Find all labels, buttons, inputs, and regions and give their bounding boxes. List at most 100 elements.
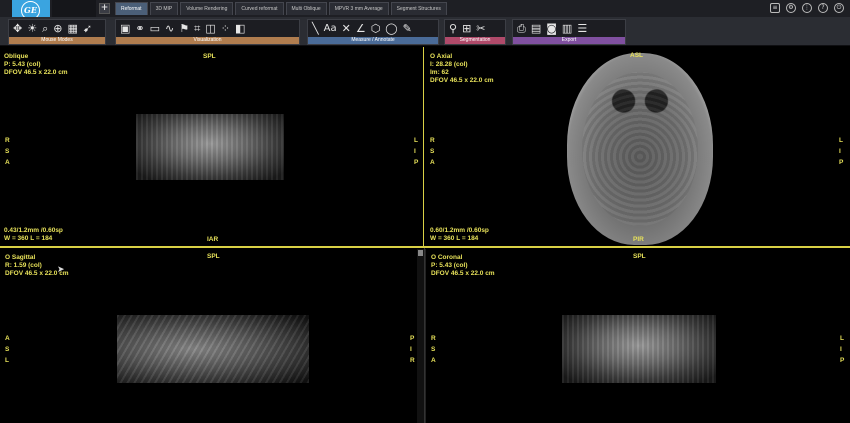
viewport-axial[interactable]: O Axial I: 28.28 (col) Im: 62 DFOV 46.5 … xyxy=(425,47,850,246)
top-right-controls: ≡ ⚙ ⋮ ? ⏻ xyxy=(770,3,844,13)
axial-bottom-orient: PIR xyxy=(633,236,644,243)
crop-icon[interactable]: ⌗ xyxy=(194,23,200,35)
sagittal-right-orient: P I R xyxy=(410,335,415,364)
roi-icon[interactable]: ⬡ xyxy=(371,23,381,35)
brightness-icon[interactable]: ☀ xyxy=(27,23,37,35)
power-icon[interactable]: ⏻ xyxy=(834,3,844,13)
oblique-position: P: 5.43 (col) xyxy=(4,61,41,68)
add-tab-button[interactable]: + xyxy=(99,3,110,14)
coronal-right-orient: L I P xyxy=(840,335,845,364)
axial-dfov: DFOV 46.5 x 22.0 cm xyxy=(430,77,494,84)
measure-annotate-group: ╲ Aa ✕ ∠ ⬡ ◯ ✎ Measure / Annotate xyxy=(307,19,439,45)
save-icon[interactable]: ▤ xyxy=(531,23,541,35)
axial-slice-info: 0.60/1.2mm /0.60sp xyxy=(430,227,489,234)
text-icon[interactable]: Aa xyxy=(324,23,337,35)
sagittal-scroll-thumb[interactable] xyxy=(418,250,423,256)
tab-multi-oblique[interactable]: Multi Oblique xyxy=(285,2,327,15)
cross-icon[interactable]: ✕ xyxy=(342,23,351,35)
oblique-top-orient: SPL xyxy=(203,53,216,60)
zoom-plus-icon[interactable]: ⊕ xyxy=(53,23,62,35)
oblique-right-orient: L I P xyxy=(414,137,419,166)
window-icon[interactable]: ▭ xyxy=(150,23,160,35)
measure-annotate-label: Measure / Annotate xyxy=(308,37,438,44)
export-label: Export xyxy=(513,37,625,44)
screen-icon[interactable]: ▣ xyxy=(120,23,130,35)
axial-top-orient: ASL xyxy=(630,52,643,59)
tab-mpvr-average[interactable]: MPVR 3 mm Average xyxy=(328,2,389,15)
pointer-icon[interactable]: ➹ xyxy=(83,23,92,35)
layers-icon[interactable]: ◧ xyxy=(235,23,245,35)
oblique-title: Oblique xyxy=(4,53,29,60)
angle-icon[interactable]: ∠ xyxy=(356,23,366,35)
link-icon[interactable]: ⚭ xyxy=(135,23,144,35)
settings-menu-icon[interactable]: ⋮ xyxy=(802,3,812,13)
oblique-image[interactable] xyxy=(136,114,284,180)
oblique-window-level: W = 360 L = 184 xyxy=(4,235,53,242)
visualization-group: ▣ ⚭ ▭ ∿ ⚑ ⌗ ◫ ⁘ ◧ Visualization xyxy=(115,19,300,45)
dots-icon[interactable]: ⁘ xyxy=(221,23,230,35)
viewport-oblique[interactable]: Oblique P: 5.43 (col) DFOV 46.5 x 22.0 c… xyxy=(0,47,424,246)
coronal-dfov: DFOV 46.5 x 22.0 cm xyxy=(431,270,495,277)
oblique-dfov: DFOV 46.5 x 22.0 cm xyxy=(4,69,68,76)
arrows-icon[interactable]: ✥ xyxy=(13,23,22,35)
gear-icon[interactable]: ⚙ xyxy=(786,3,796,13)
viewport-coronal[interactable]: O Coronal P: 5.43 (col) DFOV 46.5 x 22.0… xyxy=(425,249,850,423)
seed-icon[interactable]: ⚲ xyxy=(449,23,457,35)
mouse-modes-label: Mouse Modes xyxy=(9,37,105,44)
mouse-cursor-icon: ➤ xyxy=(57,265,65,275)
oblique-slice-info: 0.43/1.2mm /0.60sp xyxy=(4,227,63,234)
axial-position: I: 28.28 (col) xyxy=(430,61,468,68)
ellipse-icon[interactable]: ◯ xyxy=(385,23,397,35)
toolbar: ✥ ☀ ⌕ ⊕ ▦ ➹ Mouse Modes ▣ ⚭ ▭ ∿ ⚑ ⌗ ◫ ⁘ … xyxy=(0,17,850,46)
tab-curved-reformat[interactable]: Curved reformat xyxy=(235,2,284,15)
viewport-sagittal[interactable]: O Sagittal R: 1.59 (col) DFOV 46.5 x 22.… xyxy=(0,249,417,423)
axial-image-number: Im: 62 xyxy=(430,69,449,76)
help-icon[interactable]: ? xyxy=(818,3,828,13)
axial-window-level: W = 360 L = 184 xyxy=(430,235,479,242)
sagittal-scrollbar[interactable] xyxy=(417,249,424,423)
axial-title: O Axial xyxy=(430,53,453,60)
coronal-title: O Coronal xyxy=(431,254,463,261)
camera-icon[interactable]: ◙ xyxy=(546,23,557,35)
sagittal-title: O Sagittal xyxy=(5,254,36,261)
curve-icon[interactable]: ∿ xyxy=(165,23,174,35)
protocol-tabs: Reformat 3D MIP Volume Rendering Curved … xyxy=(115,2,447,15)
segmentation-group: ⚲ ⊞ ✂ Segmentation xyxy=(444,19,506,45)
mouse-modes-group: ✥ ☀ ⌕ ⊕ ▦ ➹ Mouse Modes xyxy=(8,19,106,45)
coronal-position: P: 5.43 (col) xyxy=(431,262,468,269)
tab-reformat[interactable]: Reformat xyxy=(115,2,148,15)
tab-segment-structures[interactable]: Segment Structures xyxy=(390,2,447,15)
film-icon[interactable]: ▥ xyxy=(562,23,572,35)
grid-icon[interactable]: ▦ xyxy=(67,23,77,35)
visualization-label: Visualization xyxy=(116,37,299,44)
print-icon[interactable]: ⎙ xyxy=(517,23,526,35)
sagittal-image[interactable] xyxy=(117,315,309,383)
cut-icon[interactable]: ✂ xyxy=(476,23,485,35)
axial-right-orient: L I P xyxy=(839,137,844,166)
sagittal-position: R: 1.59 (col) xyxy=(5,262,42,269)
tab-bar: + Reformat 3D MIP Volume Rendering Curve… xyxy=(0,0,850,20)
coronal-top-orient: SPL xyxy=(633,253,646,260)
horizontal-splitter[interactable] xyxy=(0,246,850,248)
export-group: ⎙ ▤ ◙ ▥ ☰ Export xyxy=(512,19,626,45)
tab-volume-rendering[interactable]: Volume Rendering xyxy=(180,2,234,15)
tab-spacer xyxy=(52,0,96,17)
segmentation-label: Segmentation xyxy=(445,37,505,44)
sagittal-top-orient: SPL xyxy=(207,253,220,260)
flag-icon[interactable]: ⚑ xyxy=(179,23,189,35)
list-icon[interactable]: ☰ xyxy=(577,23,587,35)
axial-image[interactable] xyxy=(567,53,713,245)
coronal-left-orient: R S A xyxy=(431,335,436,364)
box-icon[interactable]: ◫ xyxy=(205,23,215,35)
zoom-icon[interactable]: ⌕ xyxy=(42,23,48,35)
tab-3d-mip[interactable]: 3D MIP xyxy=(149,2,179,15)
oblique-left-orient: R S A xyxy=(5,137,10,166)
coronal-image[interactable] xyxy=(562,315,716,383)
layout-icon[interactable]: ≡ xyxy=(770,3,780,13)
oblique-bottom-orient: IAR xyxy=(207,236,219,243)
line-icon[interactable]: ╲ xyxy=(312,23,319,35)
add-region-icon[interactable]: ⊞ xyxy=(462,23,471,35)
freehand-icon[interactable]: ✎ xyxy=(403,23,412,35)
axial-left-orient: R S A xyxy=(430,137,435,166)
sagittal-left-orient: A S L xyxy=(5,335,10,364)
